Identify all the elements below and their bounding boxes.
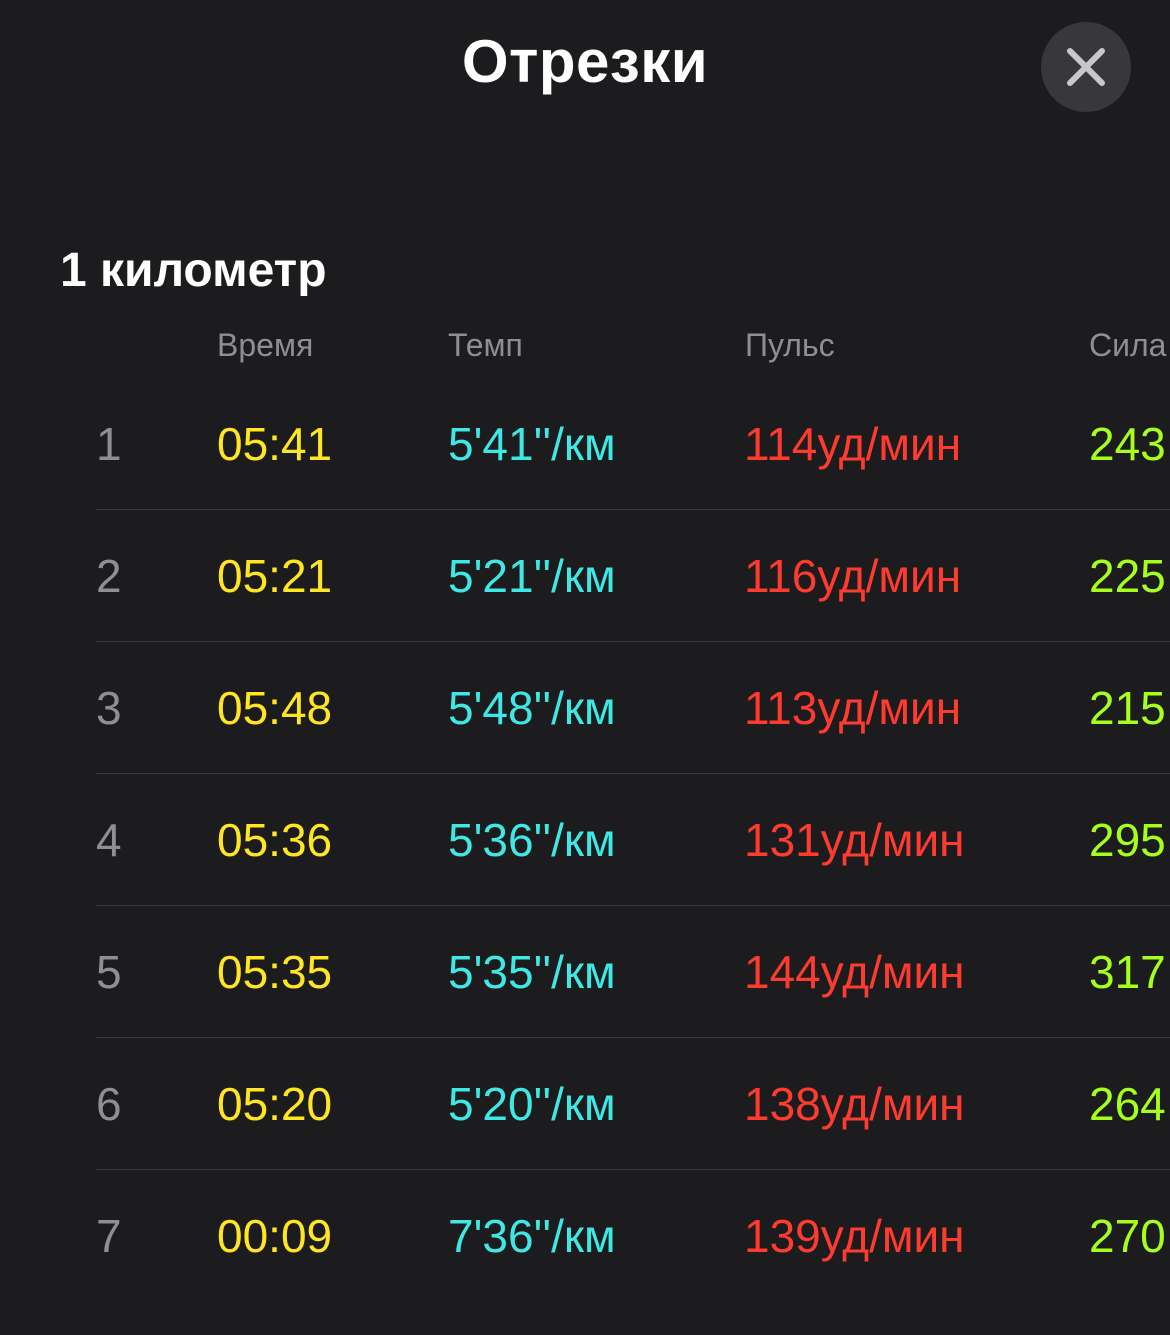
header: Отрезки [0, 0, 1170, 130]
column-headers: Время Темп Пульс Сила [0, 325, 1170, 369]
split-power: 264 [1089, 1078, 1166, 1130]
split-heart-rate: 131уд/мин [744, 814, 965, 866]
split-power: 317 [1089, 946, 1166, 998]
split-time: 05:48 [217, 682, 333, 734]
split-pace: 5'48''/км [448, 682, 616, 734]
split-time: 05:21 [217, 550, 333, 602]
close-button[interactable] [1041, 22, 1131, 112]
split-index: 2 [96, 550, 122, 602]
close-icon [1067, 48, 1105, 86]
page-title: Отрезки [461, 28, 709, 95]
column-header-power: Сила [1089, 327, 1167, 363]
split-power: 225 [1089, 550, 1166, 602]
table-row: 2 05:21 5'21''/км 116уд/мин 225 [0, 510, 1170, 642]
split-pace: 5'35''/км [448, 946, 616, 998]
split-index: 5 [96, 946, 122, 998]
table-row: 4 05:36 5'36''/км 131уд/мин 295 [0, 774, 1170, 906]
table-row: 3 05:48 5'48''/км 113уд/мин 215 [0, 642, 1170, 774]
section-title: 1 километр [60, 244, 327, 297]
split-time: 00:09 [217, 1210, 333, 1262]
split-heart-rate: 116уд/мин [744, 550, 962, 602]
split-pace: 5'21''/км [448, 550, 616, 602]
split-index: 6 [96, 1078, 122, 1130]
split-power: 270 [1089, 1210, 1166, 1262]
split-power: 243 [1089, 418, 1166, 470]
table-row: 5 05:35 5'35''/км 144уд/мин 317 [0, 906, 1170, 1038]
column-header-heart-rate: Пульс [745, 327, 835, 363]
split-index: 4 [96, 814, 122, 866]
split-pace: 7'36''/км [448, 1210, 616, 1262]
split-index: 1 [96, 418, 122, 470]
split-index: 7 [96, 1210, 122, 1262]
split-time: 05:41 [217, 418, 333, 470]
table-row: 6 05:20 5'20''/км 138уд/мин 264 [0, 1038, 1170, 1170]
split-heart-rate: 144уд/мин [744, 946, 965, 998]
column-header-time: Время [217, 327, 314, 363]
split-time: 05:36 [217, 814, 333, 866]
split-power: 215 [1089, 682, 1166, 734]
split-time: 05:20 [217, 1078, 333, 1130]
split-heart-rate: 138уд/мин [744, 1078, 965, 1130]
split-index: 3 [96, 682, 122, 734]
split-power: 295 [1089, 814, 1166, 866]
splits-table: 1 05:41 5'41''/км 114уд/мин 243 2 05:21 … [0, 378, 1170, 1302]
table-row: 7 00:09 7'36''/км 139уд/мин 270 [0, 1170, 1170, 1302]
split-heart-rate: 114уд/мин [744, 418, 962, 470]
split-time: 05:35 [217, 946, 333, 998]
split-pace: 5'36''/км [448, 814, 616, 866]
split-heart-rate: 139уд/мин [744, 1210, 965, 1262]
column-header-pace: Темп [448, 327, 523, 363]
split-heart-rate: 113уд/мин [744, 682, 962, 734]
table-row: 1 05:41 5'41''/км 114уд/мин 243 [0, 378, 1170, 510]
split-pace: 5'41''/км [448, 418, 616, 470]
split-pace: 5'20''/км [448, 1078, 616, 1130]
